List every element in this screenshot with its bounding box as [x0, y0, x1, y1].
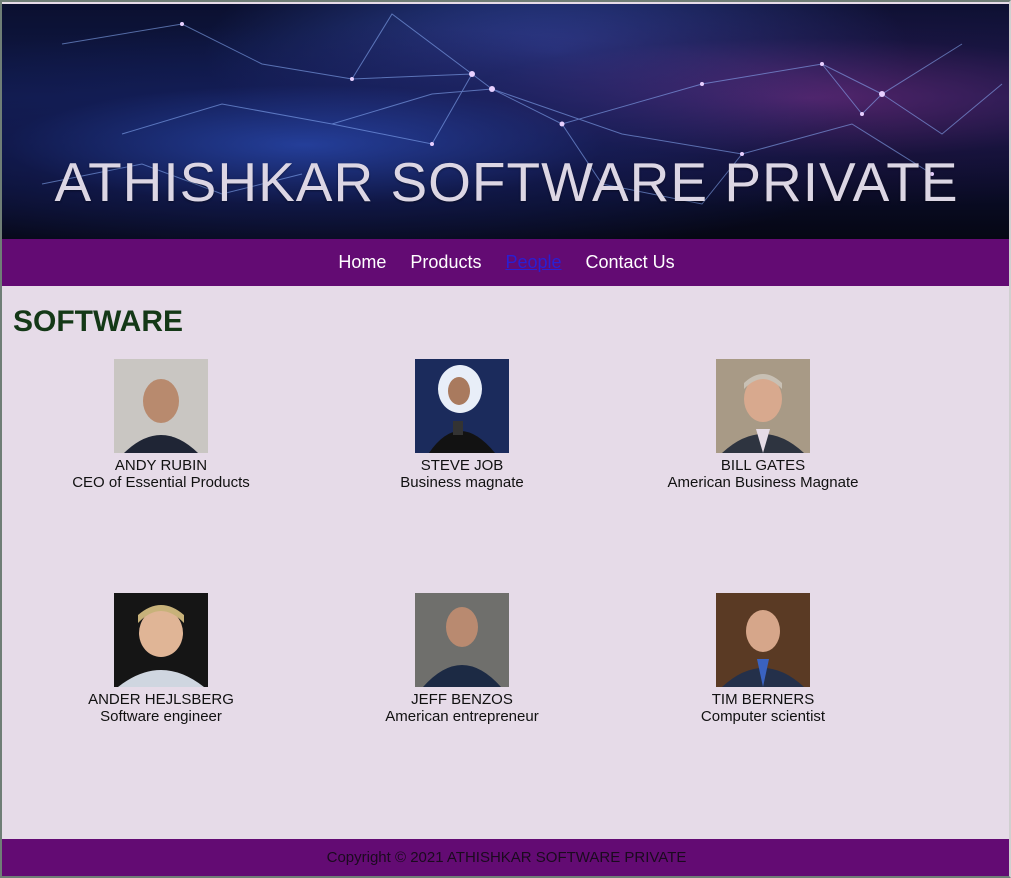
main-nav: Home Products People Contact Us	[2, 239, 1009, 286]
person-photo	[716, 359, 810, 453]
person-card: JEFF BENZOS American entrepreneur	[312, 593, 612, 725]
nav-home[interactable]: Home	[338, 252, 386, 273]
person-name: STEVE JOB	[420, 457, 504, 474]
page-frame: ATHISHKAR SOFTWARE PRIVATE Home Products…	[0, 0, 1011, 878]
person-photo	[114, 593, 208, 687]
person-card: TIM BERNERS Computer scientist	[613, 593, 913, 725]
person-card: ANDER HEJLSBERG Software engineer	[11, 593, 311, 725]
footer-copyright: Copyright © 2021 ATHISHKAR SOFTWARE PRIV…	[2, 839, 1009, 876]
person-name: TIM BERNERS	[711, 691, 815, 708]
person-photo	[415, 359, 509, 453]
section-title: SOFTWARE	[13, 305, 183, 338]
nav-contact-us[interactable]: Contact Us	[586, 252, 675, 273]
header-banner: ATHISHKAR SOFTWARE PRIVATE	[2, 4, 1009, 239]
nav-products[interactable]: Products	[410, 252, 481, 273]
person-role: Software engineer	[100, 708, 222, 725]
person-photo	[716, 593, 810, 687]
person-photo	[415, 593, 509, 687]
site-title: ATHISHKAR SOFTWARE PRIVATE	[54, 151, 959, 213]
nav-people[interactable]: People	[505, 252, 561, 273]
person-role: CEO of Essential Products	[72, 474, 250, 491]
person-name: BILL GATES	[720, 457, 806, 474]
person-name: JEFF BENZOS	[411, 691, 513, 708]
person-role: American Business Magnate	[667, 474, 859, 491]
person-card: BILL GATES American Business Magnate	[613, 359, 913, 491]
person-role: Computer scientist	[700, 708, 826, 725]
person-card: ANDY RUBIN CEO of Essential Products	[11, 359, 311, 491]
person-photo	[114, 359, 208, 453]
person-role: Business magnate	[400, 474, 524, 491]
person-card: STEVE JOB Business magnate	[312, 359, 612, 491]
person-name: ANDER HEJLSBERG	[88, 691, 234, 708]
person-role: American entrepreneur	[385, 708, 539, 725]
person-name: ANDY RUBIN	[114, 457, 208, 474]
